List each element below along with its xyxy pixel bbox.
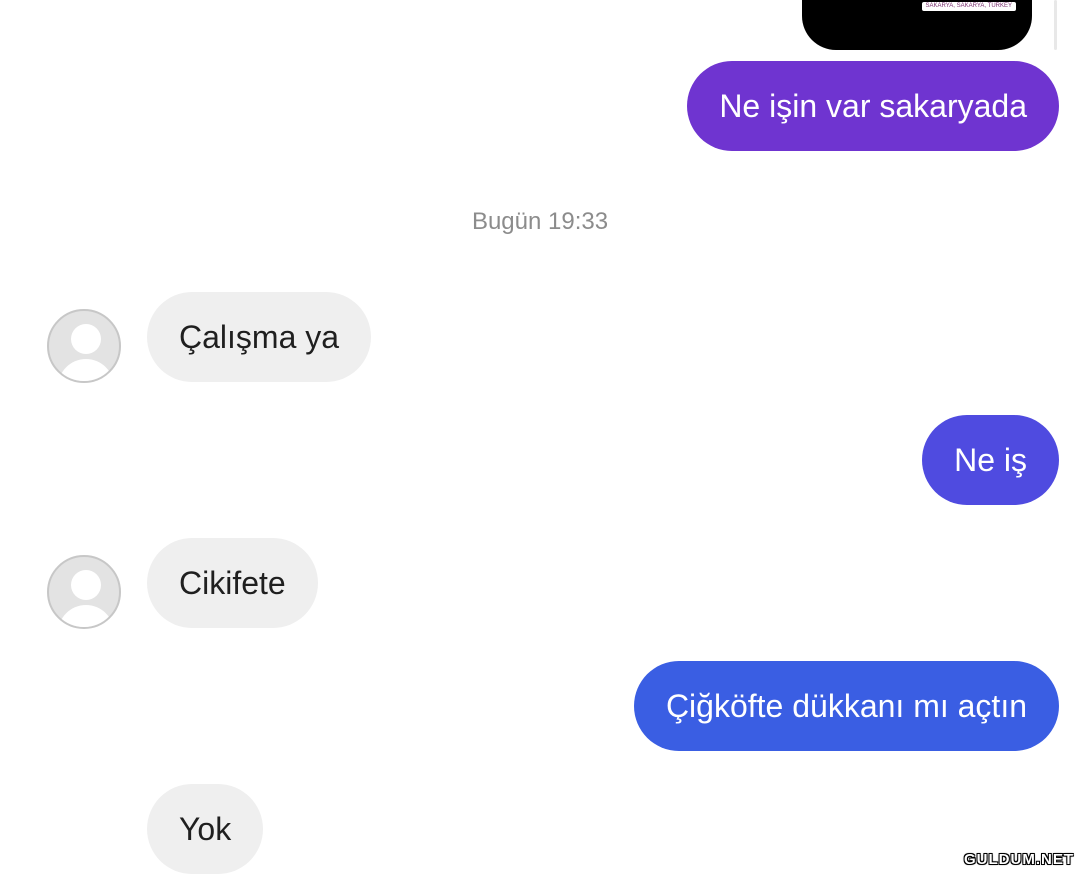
watermark-logo: GULDUM.NET	[964, 851, 1074, 868]
received-message-bubble[interactable]: Cikifete	[147, 538, 318, 628]
sent-message-bubble[interactable]: Çiğköfte dükkanı mı açtın	[633, 661, 1059, 751]
sent-message-bubble[interactable]: Ne işin var sakaryada	[687, 61, 1059, 151]
message-text: Ne işin var sakaryada	[719, 88, 1027, 124]
message-text: Cikifete	[179, 565, 286, 601]
received-message-bubble[interactable]: Yok	[147, 784, 264, 874]
media-location-caption: SAKARYA, SAKARYA, TURKEY	[921, 2, 1016, 11]
message-text: Ne iş	[954, 442, 1027, 478]
received-message-bubble[interactable]: Çalışma ya	[147, 292, 372, 382]
date-separator: Bugün 19:33	[471, 208, 609, 235]
message-text: Çalışma ya	[179, 319, 340, 355]
sent-message-bubble[interactable]: Ne iş	[922, 415, 1059, 505]
media-message-preview[interactable]: SAKARYA, SAKARYA, TURKEY	[802, 0, 1032, 50]
contact-avatar-icon[interactable]	[47, 555, 121, 629]
message-text: Çiğköfte dükkanı mı açtın	[665, 688, 1027, 724]
scrollbar[interactable]	[1054, 0, 1057, 50]
contact-avatar-icon[interactable]	[47, 309, 121, 383]
message-text: Yok	[179, 811, 232, 847]
chat-screen: SAKARYA, SAKARYA, TURKEY Ne işin var sak…	[0, 0, 1080, 874]
